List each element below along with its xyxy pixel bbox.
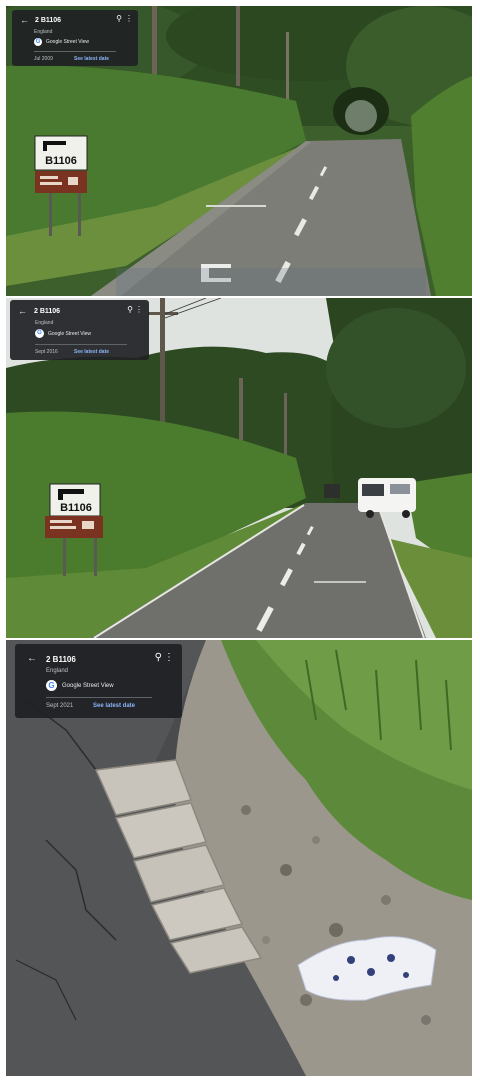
brand-row: Google Street View — [34, 38, 89, 46]
divider — [34, 51, 116, 52]
more-vertical-icon[interactable]: ⋮ — [125, 15, 133, 23]
brand-label: Google Street View — [46, 39, 89, 45]
brand-label: Google Street View — [62, 682, 114, 689]
region-label: England — [46, 668, 69, 674]
place-title: 2 B1106 — [46, 654, 76, 664]
region-label: England — [34, 29, 53, 35]
arrow-left-icon[interactable]: ← — [20, 16, 29, 25]
utility-pole — [152, 6, 157, 81]
brand-row: Google Street View — [35, 329, 91, 338]
see-latest-date-link[interactable]: See latest date — [74, 56, 109, 62]
google-logo-icon — [35, 329, 44, 338]
utility-pole — [286, 32, 289, 102]
street-view-info-card: ← 2 B1106 ⚲ ⋮ England Google Street View… — [10, 300, 149, 360]
place-title: 2 B1106 — [35, 17, 62, 24]
location-pin-icon[interactable]: ⚲ — [116, 15, 122, 23]
utility-pole — [236, 6, 240, 86]
brand-label: Google Street View — [48, 330, 91, 337]
road-sign-label: B1106 — [45, 155, 77, 167]
street-view-panel-2016[interactable]: B1106 ← 2 B1106 ⚲ ⋮ England Google Stree… — [6, 298, 472, 638]
utility-pole — [239, 378, 243, 448]
see-latest-date-link[interactable]: See latest date — [93, 703, 135, 709]
street-view-info-card: ← 2 B1106 ⚲ ⋮ England Google Street View… — [12, 10, 138, 66]
arrow-left-icon[interactable]: ← — [27, 654, 37, 664]
capture-date: Jul 2009 — [34, 56, 53, 62]
google-logo-icon — [34, 38, 42, 46]
street-view-info-card: ← 2 B1106 ⚲ ⋮ England Google Street View… — [15, 644, 182, 718]
divider — [46, 697, 152, 698]
divider — [35, 344, 127, 345]
location-pin-icon[interactable]: ⚲ — [127, 306, 133, 314]
street-view-panel-2021[interactable]: ← 2 B1106 ⚲ ⋮ England Google Street View… — [6, 640, 472, 1076]
capture-date: Sept 2016 — [35, 349, 58, 355]
place-title: 2 B1106 — [34, 308, 61, 315]
brand-row: Google Street View — [46, 680, 114, 691]
google-logo-icon — [46, 680, 57, 691]
more-vertical-icon[interactable]: ⋮ — [164, 653, 174, 663]
capture-date: Sept 2021 — [46, 703, 74, 709]
region-label: England — [35, 320, 54, 326]
road-sign-label: B1106 — [60, 502, 92, 514]
see-latest-date-link[interactable]: See latest date — [74, 349, 109, 355]
street-view-panel-2009[interactable]: B1106 ← 2 B1106 ⚲ ⋮ England Google Stree… — [6, 6, 472, 296]
more-vertical-icon[interactable]: ⋮ — [135, 306, 143, 314]
arrow-left-icon[interactable]: ← — [18, 307, 27, 316]
location-pin-icon[interactable]: ⚲ — [155, 653, 162, 663]
